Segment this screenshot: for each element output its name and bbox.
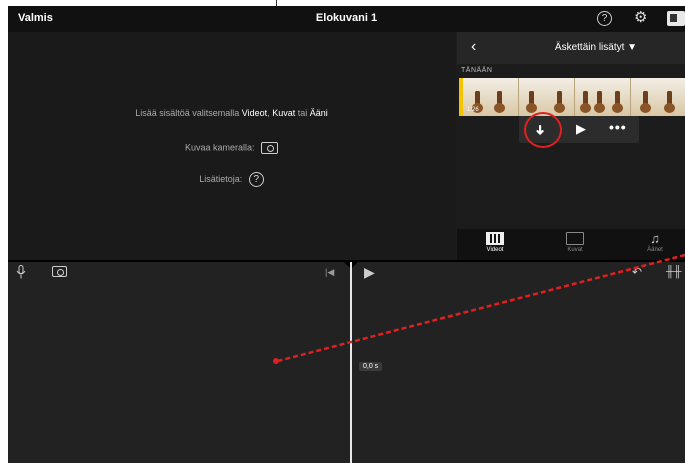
- more-info-label: Lisätietoja:: [199, 173, 243, 184]
- guitar-image: [554, 91, 565, 113]
- camera-hint: Kuvaa kameralla:: [8, 142, 455, 154]
- play-icon[interactable]: ▶: [364, 264, 375, 280]
- add-content-hint: Lisää sisältöä valitsemalla Videot, Kuva…: [8, 108, 455, 118]
- clip-thumbnail: [519, 78, 575, 116]
- project-title: Elokuvani 1: [315, 12, 378, 24]
- hint-videos: Videot: [241, 108, 268, 118]
- tab-photos[interactable]: Kuvat: [545, 232, 605, 253]
- clip-thumbnail: [631, 78, 685, 116]
- section-label: TÄNÄÄN: [461, 67, 493, 74]
- hint-prefix: Lisää sisältöä valitsemalla: [135, 108, 240, 118]
- hint-or: tai: [297, 108, 308, 118]
- guitar-image: [612, 91, 623, 113]
- export-icon[interactable]: [667, 11, 685, 26]
- camera-label: Kuvaa kameralla:: [184, 142, 255, 153]
- skip-back-icon[interactable]: |◀: [325, 266, 334, 278]
- play-icon[interactable]: ▶: [576, 121, 586, 137]
- tab-audio[interactable]: ♫ Äänet: [625, 232, 685, 253]
- playhead[interactable]: [350, 262, 352, 463]
- tab-videos[interactable]: Videot: [465, 232, 525, 253]
- tab-label: Äänet: [647, 247, 663, 253]
- guitar-image: [494, 91, 505, 113]
- tab-label: Kuvat: [567, 247, 583, 253]
- timeline[interactable]: |◀ ▶ ↶ ╫╫ 0,0 s: [8, 260, 685, 463]
- gear-icon[interactable]: ⚙: [634, 10, 647, 26]
- film-icon: [486, 232, 504, 245]
- top-bar: Valmis Elokuvani 1 ? ⚙: [8, 6, 685, 32]
- imovie-app: Valmis Elokuvani 1 ? ⚙ Lisää sisältöä va…: [8, 6, 685, 463]
- frame-left-strip: [0, 32, 8, 56]
- hint-photos: Kuvat: [272, 108, 296, 118]
- more-info-hint: Lisätietoja: ?: [8, 172, 455, 187]
- time-readout: 0,0 s: [359, 362, 383, 371]
- video-clip[interactable]: 1:26: [459, 78, 685, 116]
- guitar-image: [580, 91, 591, 113]
- clip-thumbnail: [575, 78, 631, 116]
- guitar-image: [664, 91, 675, 113]
- viewer-panel: Lisää sisältöä valitsemalla Videot, Kuva…: [8, 32, 455, 260]
- guitar-image: [594, 91, 605, 113]
- browser-header: ‹ Äskettäin lisätyt ▼: [457, 32, 685, 64]
- tab-label: Videot: [486, 247, 504, 253]
- microphone-icon[interactable]: [16, 265, 26, 282]
- guitar-image: [526, 91, 537, 113]
- camera-icon[interactable]: [52, 266, 67, 277]
- music-note-icon: ♫: [650, 231, 660, 246]
- camera-icon[interactable]: [261, 142, 279, 154]
- question-circle-icon[interactable]: ?: [248, 172, 264, 187]
- guitar-image: [640, 91, 651, 113]
- hint-separator: ,: [267, 108, 270, 118]
- clip-action-bar: ➜ ▶ •••: [519, 112, 639, 148]
- help-icon[interactable]: ?: [597, 11, 612, 26]
- photos-icon: [566, 232, 584, 245]
- waveform-icon[interactable]: ╫╫: [666, 265, 682, 279]
- hint-audio: Ääni: [309, 108, 328, 118]
- more-options-icon[interactable]: •••: [609, 119, 627, 135]
- timeline-toolbar: |◀ ▶ ↶ ╫╫: [8, 260, 685, 282]
- undo-icon[interactable]: ↶: [632, 265, 642, 279]
- browser-tabs: Videot Kuvat ♫ Äänet: [457, 229, 685, 260]
- media-browser: ‹ Äskettäin lisätyt ▼ TÄNÄÄN 1:26 ➜ ▶ ••…: [457, 32, 685, 260]
- category-dropdown[interactable]: Äskettäin lisätyt ▼: [457, 42, 685, 53]
- clip-duration: 1:26: [467, 107, 479, 113]
- highlight-circle: [524, 112, 562, 148]
